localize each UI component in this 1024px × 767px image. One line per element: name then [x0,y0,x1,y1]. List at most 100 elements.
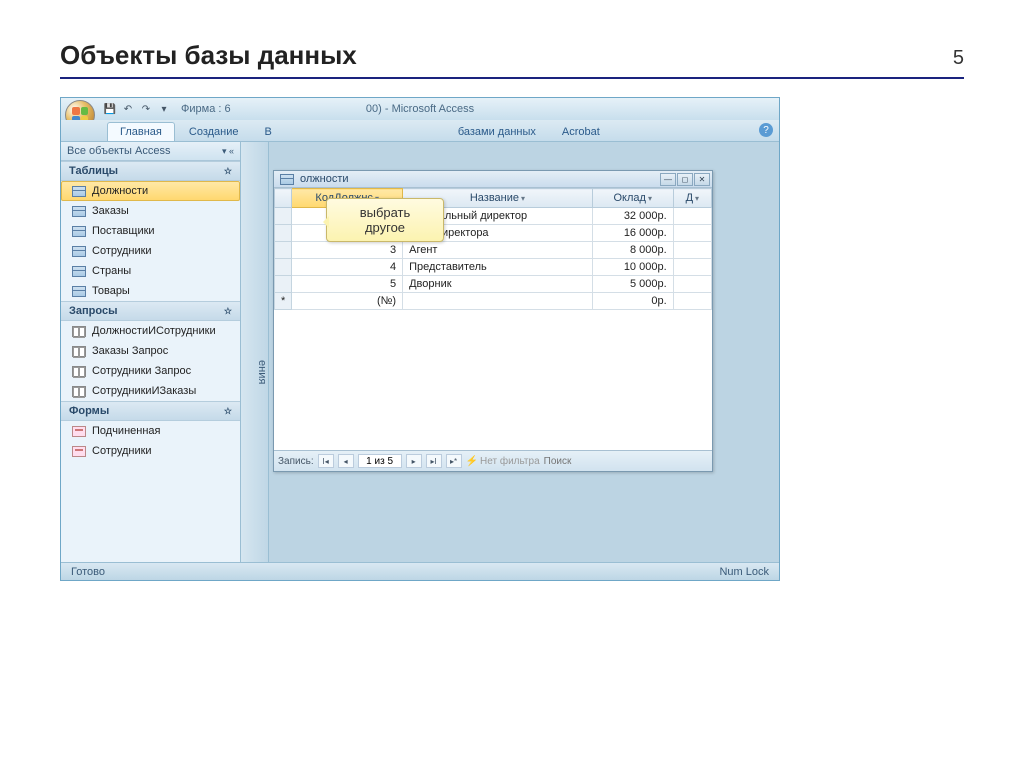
cell-id[interactable]: (№) [292,293,403,310]
new-record-button[interactable]: ▸* [446,454,462,468]
cell-salary[interactable]: 16 000р. [592,225,673,242]
cell-salary[interactable]: 0р. [592,293,673,310]
status-right: Num Lock [719,566,769,578]
cell-extra[interactable] [673,225,711,242]
record-position-input[interactable] [358,454,402,468]
nav-item[interactable]: СотрудникиИЗаказы [61,381,240,401]
nav-item-label: Сотрудники Запрос [92,365,191,377]
cell-name[interactable]: Дворник [403,276,593,293]
nav-item[interactable]: Заказы Запрос [61,341,240,361]
nav-item[interactable]: Товары [61,281,240,301]
table-icon [280,174,294,185]
nav-pane-header[interactable]: Все объекты Access ▾ « [61,142,240,161]
nav-item-label: Заказы Запрос [92,345,168,357]
table-row[interactable]: 3Агент8 000р. [275,242,712,259]
nav-group-header[interactable]: Запросы☆ [61,301,240,321]
slide-title: Объекты базы данных [60,40,357,71]
nav-item[interactable]: Поставщики [61,221,240,241]
cell-extra[interactable] [673,259,711,276]
cell-name[interactable]: Агент [403,242,593,259]
nav-item[interactable]: Сотрудники [61,441,240,461]
cell-id[interactable]: 3 [292,242,403,259]
search-input[interactable] [544,456,594,467]
column-dropdown-icon[interactable]: ▾ [521,194,525,203]
table-icon [72,206,86,217]
column-header[interactable]: Оклад▾ [592,189,673,208]
nav-item-label: Сотрудники [92,245,152,257]
app-title: 00) - Microsoft Access [366,103,474,115]
row-selector[interactable] [275,242,292,259]
callout-line2: другое [335,220,435,235]
cell-salary[interactable]: 8 000р. [592,242,673,259]
close-button[interactable]: ✕ [694,173,710,186]
nav-item[interactable]: Сотрудники Запрос [61,361,240,381]
cell-id[interactable]: 4 [292,259,403,276]
nav-item[interactable]: ДолжностиИСотрудники [61,321,240,341]
slide-number: 5 [953,47,964,70]
redo-icon[interactable]: ↷ [139,102,153,116]
minimize-button[interactable]: — [660,173,676,186]
shutter-bar[interactable]: ения [241,142,269,562]
undo-icon[interactable]: ↶ [121,102,135,116]
cell-extra[interactable] [673,293,711,310]
nav-item[interactable]: Сотрудники [61,241,240,261]
maximize-button[interactable]: ◻ [677,173,693,186]
filter-indicator[interactable]: ⚡ Нет фильтра [466,456,540,467]
qat-dropdown-icon[interactable]: ▾ [157,102,171,116]
column-dropdown-icon[interactable]: ▾ [648,194,652,203]
row-selector[interactable] [275,225,292,242]
tab-3[interactable]: В [253,123,284,141]
cell-extra[interactable] [673,242,711,259]
first-record-button[interactable]: I◂ [318,454,334,468]
nav-item-label: ДолжностиИСотрудники [92,325,216,337]
nav-group-header[interactable]: Таблицы☆ [61,161,240,181]
table-row[interactable]: 4Представитель10 000р. [275,259,712,276]
column-dropdown-icon[interactable]: ▾ [695,194,699,203]
nav-item[interactable]: Заказы [61,201,240,221]
row-selector[interactable] [275,259,292,276]
cell-salary[interactable]: 10 000р. [592,259,673,276]
column-header[interactable]: Д▾ [673,189,711,208]
tab-create[interactable]: Создание [177,123,251,141]
row-selector[interactable] [275,208,292,225]
ribbon-tabs: Главная Создание В базами данных Acrobat… [61,120,779,142]
table-icon [72,266,86,277]
select-all-cell[interactable] [275,189,292,208]
callout-line1: выбрать [335,205,435,220]
nav-item[interactable]: Подчиненная [61,421,240,441]
tab-acrobat[interactable]: Acrobat [550,123,612,141]
access-window: 💾 ↶ ↷ ▾ Фирма : 6 00) - Microsoft Access… [60,97,780,581]
nav-group-header[interactable]: Формы☆ [61,401,240,421]
tab-dbtools[interactable]: базами данных [446,123,548,141]
help-icon[interactable]: ? [759,123,773,137]
cell-id[interactable]: 5 [292,276,403,293]
filter-label: Нет фильтра [480,456,540,467]
next-record-button[interactable]: ▸ [406,454,422,468]
table-row[interactable]: 5Дворник5 000р. [275,276,712,293]
collapse-icon: ☆ [224,406,232,417]
cell-name[interactable]: Представитель [403,259,593,276]
cell-name[interactable] [403,293,593,310]
content-area: ения олжности — ◻ ✕ КодДолжнс▾Название▾О… [241,142,779,562]
cell-salary[interactable]: 32 000р. [592,208,673,225]
slide-header: Объекты базы данных 5 [60,40,964,79]
nav-item[interactable]: Страны [61,261,240,281]
form-icon [72,446,86,457]
nav-item-label: Страны [92,265,131,277]
nav-item[interactable]: Должности [61,181,240,201]
form-icon [72,426,86,437]
nav-item-label: Должности [92,185,148,197]
new-row-selector[interactable]: * [275,293,292,310]
nav-pane-title: Все объекты Access [67,145,170,157]
new-row[interactable]: *(№) 0р. [275,293,712,310]
cell-extra[interactable] [673,208,711,225]
cell-extra[interactable] [673,276,711,293]
prev-record-button[interactable]: ◂ [338,454,354,468]
row-selector[interactable] [275,276,292,293]
query-icon [72,346,86,357]
doc-name: Фирма : 6 [181,103,231,115]
tab-home[interactable]: Главная [107,122,175,141]
last-record-button[interactable]: ▸I [426,454,442,468]
save-icon[interactable]: 💾 [103,102,117,116]
cell-salary[interactable]: 5 000р. [592,276,673,293]
